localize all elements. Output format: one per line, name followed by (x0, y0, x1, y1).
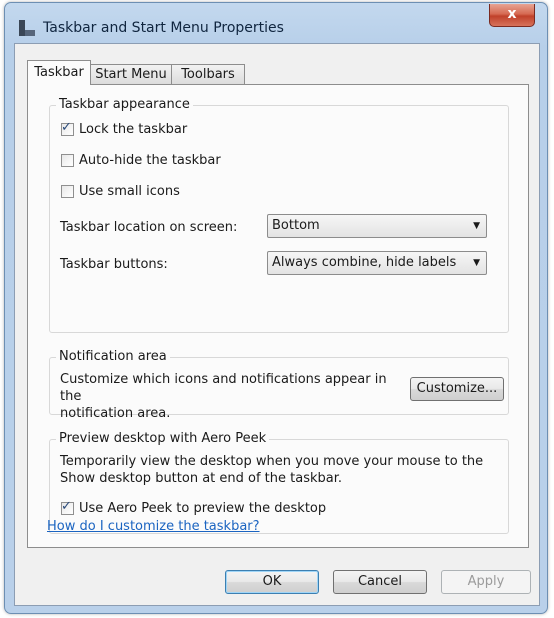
notification-area-legend: Notification area (56, 349, 170, 364)
taskbar-app-icon (19, 20, 35, 36)
checkbox-box[interactable] (61, 185, 74, 198)
taskbar-tab-panel: Taskbar appearance ✓ Lock the taskbar Au… (27, 84, 529, 548)
tab-start-menu[interactable]: Start Menu (90, 64, 172, 84)
aero-peek-description: Temporarily view the desktop when you mo… (60, 453, 500, 487)
checkmark-icon: ✓ (61, 499, 72, 514)
taskbar-location-dropdown[interactable]: Bottom ▼ (267, 214, 487, 238)
dialog-client-area: Taskbar Start Menu Toolbars Taskbar appe… (14, 43, 540, 606)
customize-button[interactable]: Customize... (410, 377, 504, 401)
taskbar-location-value: Bottom (272, 218, 320, 233)
notification-area-group: Notification area Customize which icons … (49, 349, 509, 421)
apply-button[interactable]: Apply (441, 570, 531, 594)
auto-hide-label: Auto-hide the taskbar (79, 153, 221, 168)
taskbar-buttons-label: Taskbar buttons: (60, 257, 168, 272)
checkbox-box[interactable]: ✓ (61, 499, 74, 515)
tab-toolbars[interactable]: Toolbars (171, 64, 245, 84)
ok-button[interactable]: OK (225, 570, 319, 594)
close-button[interactable]: x (489, 4, 535, 27)
notification-description-line2: notification area. (60, 406, 171, 421)
chevron-down-icon: ▼ (473, 258, 480, 268)
checkmark-icon: ✓ (61, 120, 72, 135)
cancel-button[interactable]: Cancel (333, 570, 427, 594)
title-bar[interactable]: Taskbar and Start Menu Properties x (5, 3, 547, 47)
window-title: Taskbar and Start Menu Properties (43, 20, 284, 36)
notification-area-description: Customize which icons and notifications … (60, 371, 410, 422)
taskbar-appearance-group: Taskbar appearance ✓ Lock the taskbar Au… (49, 97, 509, 333)
auto-hide-checkbox[interactable]: Auto-hide the taskbar (61, 153, 221, 168)
taskbar-appearance-legend: Taskbar appearance (56, 97, 193, 112)
aero-peek-legend: Preview desktop with Aero Peek (56, 431, 270, 446)
properties-window: Taskbar and Start Menu Properties x Task… (4, 2, 548, 614)
tab-taskbar[interactable]: Taskbar (27, 60, 91, 85)
small-icons-label: Use small icons (79, 184, 180, 199)
aero-peek-description-line1: Temporarily view the desktop when you mo… (60, 454, 484, 469)
lock-taskbar-label: Lock the taskbar (79, 122, 188, 137)
notification-description-line1: Customize which icons and notifications … (60, 372, 387, 404)
use-aero-peek-checkbox[interactable]: ✓ Use Aero Peek to preview the desktop (61, 499, 327, 516)
taskbar-location-label: Taskbar location on screen: (60, 220, 238, 235)
use-aero-peek-label: Use Aero Peek to preview the desktop (79, 501, 327, 516)
chevron-down-icon: ▼ (473, 221, 480, 231)
small-icons-checkbox[interactable]: Use small icons (61, 184, 180, 199)
lock-taskbar-checkbox[interactable]: ✓ Lock the taskbar (61, 120, 188, 137)
checkbox-box[interactable]: ✓ (61, 120, 74, 136)
help-link[interactable]: How do I customize the taskbar? (47, 519, 260, 534)
taskbar-buttons-dropdown[interactable]: Always combine, hide labels ▼ (267, 251, 487, 275)
aero-peek-description-line2: Show desktop button at end of the taskba… (60, 471, 343, 486)
checkbox-box[interactable] (61, 154, 74, 167)
taskbar-buttons-value: Always combine, hide labels (272, 255, 457, 270)
